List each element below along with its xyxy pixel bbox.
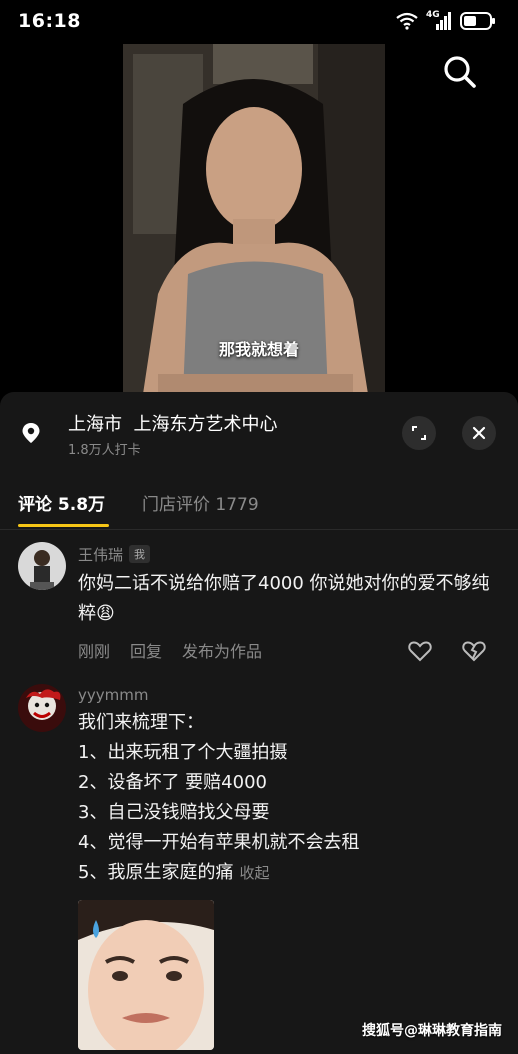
tab-store-reviews[interactable]: 门店评价 1779 bbox=[142, 490, 259, 515]
comment-line: 5、我原生家庭的痛 bbox=[78, 862, 234, 883]
location-pin-icon bbox=[22, 423, 40, 443]
comment-meta: 刚刚 回复 发布为作品 bbox=[78, 638, 282, 662]
status-time: 16:18 bbox=[18, 10, 81, 32]
me-badge: 我 bbox=[129, 545, 151, 563]
video-player[interactable]: 那我就想着 bbox=[0, 44, 518, 394]
comment-sticker-image[interactable] bbox=[78, 900, 214, 1050]
reply-button[interactable]: 回复 bbox=[130, 642, 162, 661]
post-as-work-button[interactable]: 发布为作品 bbox=[182, 642, 262, 661]
comment-item: yyymmm 我们来梳理下： 1、出来玩租了个大疆拍摄 2、设备坏了 要赔400… bbox=[0, 684, 518, 1054]
comment-line: 1、出来玩租了个大疆拍摄 bbox=[78, 742, 288, 763]
expand-button[interactable] bbox=[402, 416, 436, 450]
comment-username[interactable]: 王伟瑞我 bbox=[78, 544, 151, 565]
close-button[interactable] bbox=[462, 416, 496, 450]
battery-icon bbox=[460, 12, 495, 30]
comment-item: 王伟瑞我 你妈二话不说给你赔了4000 你说她对你的爱不够纯粹😩 刚刚 回复 发布为… bbox=[0, 542, 518, 672]
status-icons: 4G bbox=[396, 10, 496, 30]
watermark: 搜狐号@琳琳教育指南 bbox=[362, 1023, 502, 1039]
comment-text: 你妈二话不说给你赔了4000 你说她对你的爱不够纯粹😩 bbox=[78, 573, 490, 624]
comment-line: 2、设备坏了 要赔4000 bbox=[78, 772, 267, 793]
comment-line: 我们来梳理下： bbox=[78, 712, 204, 733]
close-icon bbox=[472, 426, 486, 440]
wifi-icon bbox=[396, 12, 418, 30]
tab-comments[interactable]: 评论 5.8万 bbox=[18, 490, 105, 515]
comment-sheet: 上海市 上海东方艺术中心 1.8万人打卡 评论 5.8万 门店评价 1779 王… bbox=[0, 392, 518, 1054]
location-title: 上海市 上海东方艺术中心 bbox=[68, 414, 278, 435]
avatar[interactable] bbox=[18, 684, 66, 732]
like-icon[interactable] bbox=[407, 638, 433, 664]
tab-underline bbox=[18, 524, 109, 527]
video-caption: 那我就想着 bbox=[218, 340, 299, 359]
comment-line: 4、觉得一开始有苹果机就不会去租 bbox=[78, 832, 360, 853]
collapse-button[interactable]: 收起 bbox=[239, 864, 269, 882]
status-bar: 16:18 4G bbox=[0, 0, 518, 44]
comment-line-last: 5、我原生家庭的痛 收起 bbox=[78, 858, 493, 888]
comment-username[interactable]: yyymmm bbox=[78, 686, 148, 704]
comment-line: 3、自己没钱赔找父母要 bbox=[78, 802, 270, 823]
comment-time: 刚刚 bbox=[78, 642, 111, 661]
search-button[interactable] bbox=[440, 52, 480, 92]
avatar[interactable] bbox=[18, 542, 66, 590]
search-icon bbox=[444, 56, 476, 88]
signal-icon: 4G bbox=[426, 10, 452, 30]
location-checkins: 1.8万人打卡 bbox=[68, 443, 141, 458]
username-text: 王伟瑞 bbox=[78, 546, 124, 564]
comment-tabs: 评论 5.8万 门店评价 1779 bbox=[0, 480, 518, 530]
dislike-icon[interactable] bbox=[461, 638, 487, 664]
expand-icon bbox=[412, 426, 426, 440]
location-row[interactable]: 上海市 上海东方艺术中心 1.8万人打卡 bbox=[0, 392, 518, 474]
comment-text: 我们来梳理下： 1、出来玩租了个大疆拍摄 2、设备坏了 要赔4000 3、自己没… bbox=[78, 708, 493, 888]
